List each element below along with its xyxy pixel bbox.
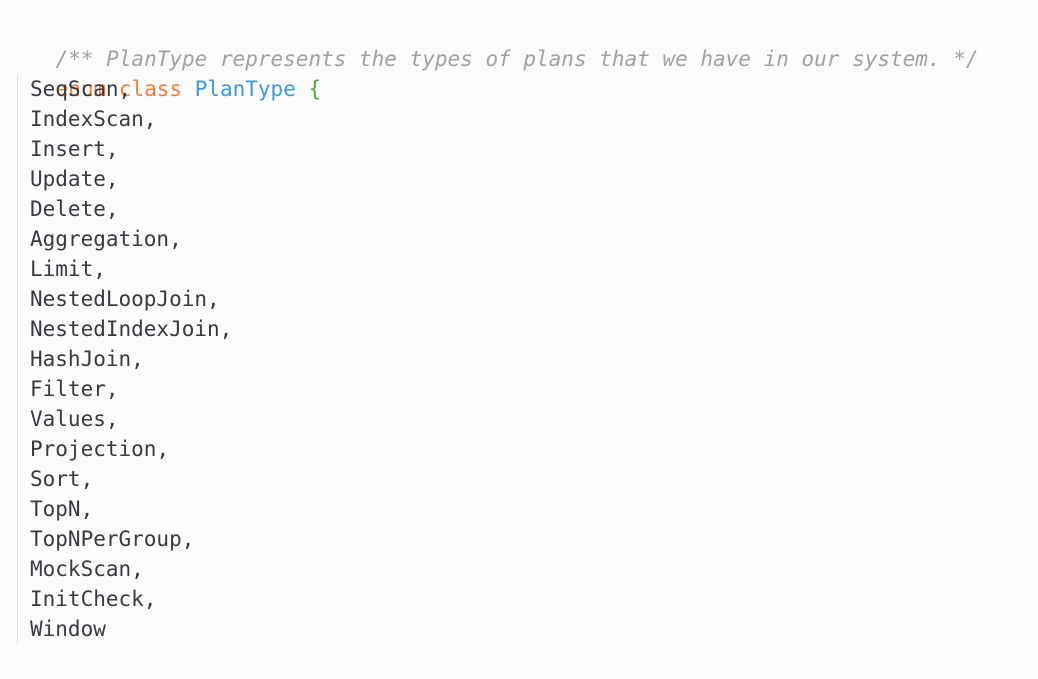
enum-member: Projection, bbox=[5, 434, 1038, 464]
indent-guide bbox=[17, 164, 18, 194]
enum-member-name: TopNPerGroup bbox=[30, 527, 182, 551]
indent-guide bbox=[17, 434, 18, 464]
enum-member-name: InitCheck bbox=[30, 587, 144, 611]
enum-member: Filter, bbox=[5, 374, 1038, 404]
enum-member-separator: , bbox=[105, 407, 119, 431]
enum-member: Insert, bbox=[5, 134, 1038, 164]
enum-member-separator: , bbox=[105, 377, 119, 401]
enum-member-name: TopN bbox=[30, 497, 81, 521]
enum-member: HashJoin, bbox=[5, 344, 1038, 374]
enum-member-name: NestedLoopJoin bbox=[30, 287, 208, 311]
enum-member: MockScan, bbox=[5, 554, 1038, 584]
code-line-closing: }; bbox=[5, 644, 1038, 679]
indent-guide bbox=[17, 614, 18, 644]
enum-member-name: Insert bbox=[30, 137, 106, 161]
indent-guide bbox=[17, 494, 18, 524]
enum-member: Window bbox=[5, 614, 1038, 644]
enum-member-name: Aggregation bbox=[30, 227, 170, 251]
enum-member-separator: , bbox=[93, 257, 106, 281]
indent-guide bbox=[17, 314, 18, 344]
enum-member: Limit, bbox=[5, 254, 1038, 284]
enum-member-name: Window bbox=[30, 617, 106, 641]
enum-member-separator: , bbox=[80, 497, 94, 521]
enum-member-name: NestedIndexJoin bbox=[30, 317, 220, 341]
enum-member-separator: , bbox=[131, 347, 144, 371]
enum-member-separator: , bbox=[80, 467, 94, 491]
enum-member-separator: , bbox=[105, 167, 119, 191]
enum-member-name: HashJoin bbox=[30, 347, 132, 371]
enum-member: Update, bbox=[5, 164, 1038, 194]
enum-member-name: IndexScan bbox=[30, 107, 144, 131]
indent-guide bbox=[17, 554, 18, 584]
code-editor: /** PlanType represents the types of pla… bbox=[0, 0, 1038, 679]
enum-member-name: MockScan bbox=[30, 557, 132, 581]
enum-member: NestedLoopJoin, bbox=[5, 284, 1038, 314]
indent-guide bbox=[17, 404, 18, 434]
enum-member-name: Sort bbox=[30, 467, 81, 491]
code-line-comment: /** PlanType represents the types of pla… bbox=[5, 14, 1038, 71]
enum-member-separator: , bbox=[143, 107, 157, 131]
enum-member-name: Projection bbox=[30, 437, 157, 461]
enum-member-name: Delete bbox=[30, 197, 106, 221]
indent-guide bbox=[17, 284, 18, 314]
enum-member: Values, bbox=[5, 404, 1038, 434]
doc-comment: /** PlanType represents the types of pla… bbox=[55, 47, 979, 71]
enum-member-separator: , bbox=[105, 137, 119, 161]
enum-member-separator: , bbox=[219, 317, 233, 341]
indent-guide bbox=[17, 194, 18, 224]
enum-member: NestedIndexJoin, bbox=[5, 314, 1038, 344]
enum-member-name: Update bbox=[30, 167, 106, 191]
enum-member-separator: , bbox=[118, 77, 132, 101]
indent-guide bbox=[17, 344, 18, 374]
enum-member-name: Limit bbox=[30, 257, 94, 281]
enum-member-separator: , bbox=[156, 437, 170, 461]
enum-member-separator: , bbox=[181, 527, 195, 551]
indent-guide bbox=[17, 584, 18, 614]
enum-member-separator: , bbox=[207, 287, 220, 311]
enum-member: TopNPerGroup, bbox=[5, 524, 1038, 554]
enum-member: TopN, bbox=[5, 494, 1038, 524]
indent-guide bbox=[17, 74, 18, 104]
indent-guide bbox=[17, 224, 18, 254]
enum-member: Delete, bbox=[5, 194, 1038, 224]
enum-member-separator: , bbox=[131, 557, 144, 581]
enum-member-separator: , bbox=[143, 587, 157, 611]
indent-guide bbox=[17, 134, 18, 164]
indent-guide bbox=[17, 104, 18, 134]
enum-member: IndexScan, bbox=[5, 104, 1038, 134]
indent-guide bbox=[17, 524, 18, 554]
indent-guide bbox=[17, 254, 18, 284]
enum-member: Aggregation, bbox=[5, 224, 1038, 254]
enum-member: Sort, bbox=[5, 464, 1038, 494]
enum-member-name: Filter bbox=[30, 377, 106, 401]
indent-guide bbox=[17, 464, 18, 494]
enum-member-name: SeqScan bbox=[30, 77, 119, 101]
indent-guide bbox=[17, 374, 18, 404]
enum-member-separator: , bbox=[105, 197, 119, 221]
enum-member-separator: , bbox=[169, 227, 182, 251]
enum-member: InitCheck, bbox=[5, 584, 1038, 614]
enum-member-name: Values bbox=[30, 407, 106, 431]
enum-member: SeqScan, bbox=[5, 74, 1038, 104]
